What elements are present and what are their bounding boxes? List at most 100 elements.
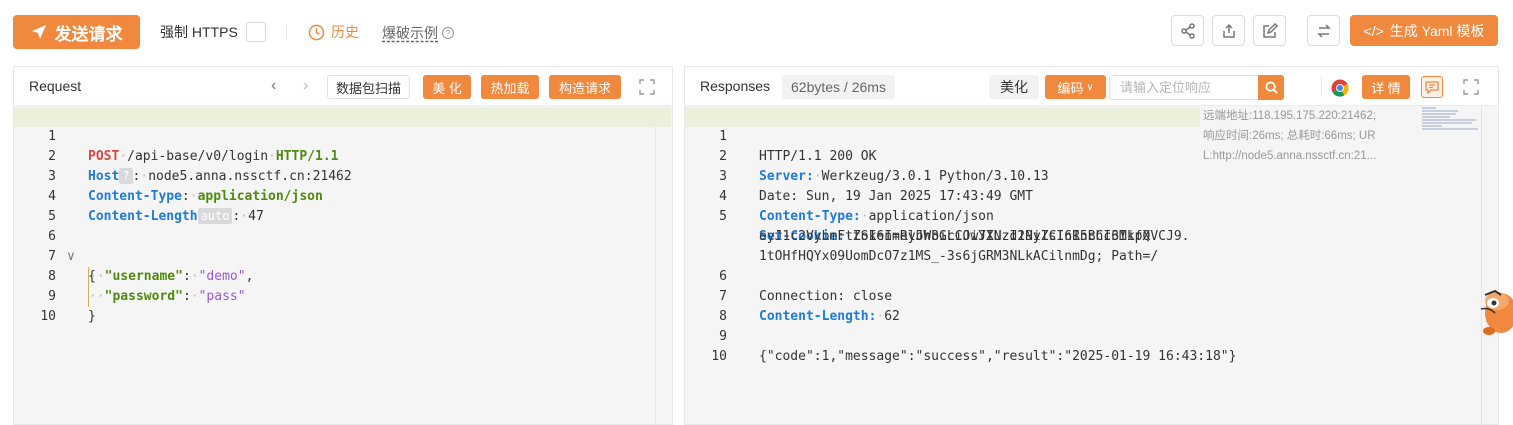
code-line: 6 Connection: close (685, 247, 892, 304)
code-line: 1 HTTP/1.1 200 OK (685, 107, 1200, 164)
blast-example-label: 爆破示例 (382, 25, 438, 41)
header-value: 62 (884, 309, 900, 324)
code-line: 3 Date: Sun, 19 Jan 2025 17:43:49 GMT (685, 147, 1033, 204)
response-body: {"code":1,"message":"success","result":"… (759, 349, 1237, 364)
code-line: 9 } (14, 267, 96, 324)
encoding-dropdown[interactable]: 编码 ∨ (1045, 75, 1106, 99)
code-line: 5 (14, 187, 61, 224)
export-button[interactable] (1212, 15, 1245, 46)
header-key: Host (88, 169, 120, 184)
response-search-input[interactable] (1110, 76, 1255, 99)
method: POST (88, 149, 120, 164)
code-line: 4 Content-Length auto:·47 (14, 167, 264, 224)
response-panel: Responses 62bytes / 26ms 美化 编码 ∨ 详 情 (684, 66, 1499, 425)
history-label: 历史 (331, 24, 359, 40)
share-button[interactable] (1171, 15, 1204, 46)
request-line-content: POST·/api-base/v0/login·HTTP/1.1 (88, 149, 339, 164)
upload-icon (1222, 23, 1235, 38)
code-line: 7 ··"username":·"demo", (14, 227, 253, 287)
send-request-button[interactable]: 发送请求 (13, 15, 140, 49)
comment-button[interactable] (1421, 76, 1443, 98)
request-title: Request (29, 78, 82, 94)
header-value: application/json (197, 189, 323, 204)
beautify-button[interactable]: 美 化 (423, 75, 471, 99)
back-arrow-icon[interactable]: ‹ (271, 77, 276, 95)
request-url: L:http://node5.anna.nssctf.cn:21... (1203, 150, 1377, 162)
code-line: 10 (685, 327, 732, 364)
json-line: ··"password":·"pass" (88, 287, 246, 307)
edit-button[interactable] (1253, 15, 1286, 46)
header-value: 47 (248, 209, 264, 224)
packet-scan-button[interactable]: 数据包扫描 (327, 75, 411, 99)
response-title: Responses (700, 78, 771, 94)
line-number: 10 (711, 349, 727, 364)
json-line: ··"username":·"demo", (88, 267, 253, 287)
code-line: 7 Content-Length:·62 (685, 267, 900, 324)
build-request-button[interactable]: 构造请求 (549, 75, 621, 99)
code-line: 1 POST·/api-base/v0/login·HTTP/1.1 (14, 107, 671, 164)
json-value: "demo" (198, 269, 246, 284)
code-line: 6 ∨ { (14, 207, 96, 284)
expand-icon[interactable] (1463, 79, 1479, 95)
force-https-checkbox[interactable] (245, 22, 266, 42)
json-comma: , (245, 269, 254, 284)
header-key: Content-Type: (759, 209, 861, 224)
header-key: Server: (759, 169, 814, 184)
response-scrollbar[interactable] (1481, 106, 1482, 424)
code-line: 8 (685, 287, 732, 324)
history-button[interactable]: 历史 (308, 22, 359, 42)
header-key: Content-Length (88, 209, 198, 224)
response-beautify-button[interactable]: 美化 (989, 75, 1039, 99)
swap-icon (1316, 23, 1331, 38)
request-scrollbar[interactable] (655, 106, 656, 424)
comment-icon (1425, 81, 1439, 94)
header-key: Content-Length: (759, 309, 877, 324)
connection-line: Connection: close (759, 289, 893, 304)
chevron-down-icon: ∨ (1086, 81, 1094, 93)
expand-icon[interactable] (639, 79, 655, 95)
search-button[interactable] (1258, 75, 1284, 100)
line-number: 10 (40, 309, 56, 324)
header-line: Content-Length auto:·47 (88, 208, 264, 224)
date-line: Date: Sun, 19 Jan 2025 17:43:49 GMT (759, 189, 1033, 204)
minimap[interactable] (1422, 106, 1478, 130)
remote-address: 远端地址:118.195.175.220:21462; (1203, 110, 1377, 122)
json-brace: } (88, 309, 96, 324)
send-icon (31, 25, 46, 39)
response-viewer[interactable]: 远端地址:118.195.175.220:21462; 响应时间:26ms; 总… (685, 106, 1498, 424)
json-key: "username" (104, 269, 183, 284)
header-line: Content-Length:·62 (759, 309, 900, 324)
detail-button[interactable]: 详 情 (1362, 75, 1410, 99)
hot-load-button[interactable]: 热加载 (481, 75, 539, 99)
header-value: Werkzeug/3.0.1 Python/3.10.13 (821, 169, 1049, 184)
header-value: application/json (868, 209, 994, 224)
generate-yaml-button[interactable]: </> 生成 Yaml 模板 (1350, 15, 1498, 46)
help-icon[interactable]: ? (442, 27, 454, 39)
request-panel: Request ‹ › 数据包扫描 美 化 热加载 构造请求 1 POST·/a… (13, 66, 673, 425)
response-header: Responses 62bytes / 26ms 美化 编码 ∨ 详 情 (685, 67, 1498, 106)
code-line: 9 {"code":1,"message":"success","result"… (685, 307, 1236, 364)
code-line: 3 Content-Type:·application/json (14, 147, 323, 204)
response-search (1109, 75, 1284, 100)
code-line-wrap: 1tOHfHQYx09UomDcO7z1MS_-3s6jGRM3NLkACiln… (685, 227, 1158, 264)
mascot-icon[interactable] (1475, 283, 1513, 339)
cookie-continuation: eyJ1c2VybmFtZSI6ImRlbW8iLCJwYXNzd29yZCI6… (759, 229, 1159, 244)
header-line: Host?:·node5.anna.nssctf.cn:21462 (88, 168, 352, 184)
header-line: Content-Type:·application/json (759, 209, 994, 224)
status-line: HTTP/1.1 200 OK (759, 149, 877, 164)
divider (1321, 77, 1322, 97)
blast-example-link[interactable]: 爆破示例 ? (382, 23, 454, 43)
request-editor[interactable]: 1 POST·/api-base/v0/login·HTTP/1.1 2 Hos… (14, 106, 672, 424)
fold-chevron-icon[interactable]: ∨ (67, 247, 75, 267)
path: /api-base/v0/login (127, 149, 269, 164)
timing-info: 响应时间:26ms; 总耗时:66ms; UR (1203, 130, 1376, 142)
size-time-badge: 62bytes / 26ms (782, 75, 895, 99)
code-line: 5 Set-Cookie:·token=eyJhbGciOiJIUzI1NiIs… (685, 187, 1189, 244)
chrome-icon[interactable] (1331, 79, 1349, 97)
code-line: 2 Server:·Werkzeug/3.0.1 Python/3.10.13 (685, 127, 1048, 184)
top-toolbar: 发送请求 强制 HTTPS 历史 爆破示例 ? </> 生成 Yaml 模板 (0, 0, 1513, 64)
response-meta: 远端地址:118.195.175.220:21462; 响应时间:26ms; 总… (1203, 106, 1393, 166)
swap-button[interactable] (1307, 15, 1340, 46)
forward-arrow-icon[interactable]: › (303, 77, 308, 95)
force-https-label: 强制 HTTPS (160, 24, 238, 40)
